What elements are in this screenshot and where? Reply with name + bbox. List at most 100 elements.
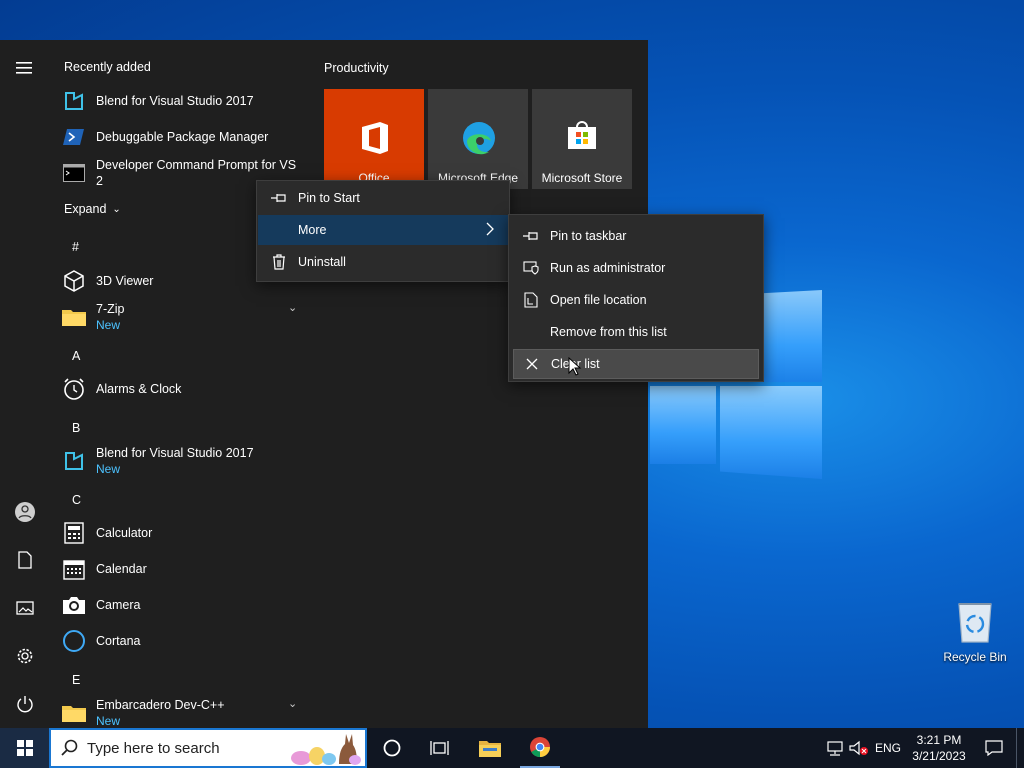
- menu-item-more[interactable]: More: [258, 215, 508, 245]
- recently-added-heading: Recently added: [64, 60, 151, 74]
- folder-icon: [62, 701, 86, 725]
- app-embarcadero-dev-cpp[interactable]: Embarcadero Dev-C++ New: [62, 695, 304, 731]
- menu-item-run-as-administrator[interactable]: Run as administrator: [510, 253, 762, 283]
- file-explorer-button[interactable]: [470, 728, 510, 768]
- new-badge: New: [96, 462, 121, 476]
- app-label: Calculator: [96, 526, 153, 540]
- tiles-group-title[interactable]: Productivity: [324, 61, 389, 75]
- chrome-button[interactable]: [520, 728, 560, 768]
- documents-button[interactable]: [0, 540, 50, 580]
- notification-icon: [985, 740, 1003, 756]
- calculator-icon: [62, 521, 86, 545]
- app-list: Recently added Blend for Visual Studio 2…: [50, 40, 310, 728]
- powershell-icon: [62, 125, 86, 149]
- app-label: Blend for Visual Studio 2017: [96, 94, 254, 108]
- app-label: Blend for Visual Studio 2017: [96, 446, 254, 460]
- recent-app-blend[interactable]: Blend for Visual Studio 2017: [62, 83, 304, 119]
- menu-item-uninstall[interactable]: Uninstall: [258, 247, 508, 277]
- shield-icon: [522, 259, 540, 277]
- mouse-cursor-icon: [568, 357, 582, 376]
- menu-item-label: More: [298, 223, 327, 237]
- volume-tray-button[interactable]: [848, 728, 870, 768]
- network-tray-button[interactable]: [824, 728, 846, 768]
- start-rail: [0, 40, 50, 728]
- power-button[interactable]: [0, 684, 50, 724]
- task-view-button[interactable]: [420, 728, 460, 768]
- show-desktop-button[interactable]: [1016, 728, 1024, 768]
- folder-icon: [62, 305, 86, 329]
- menu-item-clear-list[interactable]: Clear list: [513, 349, 759, 379]
- folder-location-icon: [522, 291, 540, 309]
- search-box[interactable]: Type here to search: [49, 728, 367, 768]
- hamburger-menu-button[interactable]: [0, 48, 50, 88]
- menu-item-pin-to-taskbar[interactable]: Pin to taskbar: [510, 221, 762, 251]
- letter-header-e[interactable]: E: [72, 673, 80, 687]
- app-alarms-clock[interactable]: Alarms & Clock: [62, 371, 304, 407]
- chevron-down-icon[interactable]: ⌄: [288, 697, 297, 710]
- app-calculator[interactable]: Calculator: [62, 515, 304, 551]
- start-button[interactable]: [0, 728, 49, 768]
- menu-item-pin-to-start[interactable]: Pin to Start: [258, 183, 508, 213]
- app-blend[interactable]: Blend for Visual Studio 2017 New: [62, 443, 304, 479]
- easter-eggs-icon: [291, 734, 361, 765]
- tile-label: Microsoft Store: [541, 171, 623, 185]
- camera-icon: [62, 593, 86, 617]
- cortana-icon: [383, 739, 401, 757]
- context-menu: Pin to Start More Uninstall: [256, 180, 510, 282]
- letter-header-c[interactable]: C: [72, 493, 81, 507]
- app-cortana[interactable]: Cortana: [62, 623, 304, 659]
- app-calendar[interactable]: Calendar: [62, 551, 304, 587]
- letter-header-a[interactable]: A: [72, 349, 80, 363]
- menu-item-open-file-location[interactable]: Open file location: [510, 285, 762, 315]
- app-camera[interactable]: Camera: [62, 587, 304, 623]
- cortana-button[interactable]: [372, 728, 412, 768]
- letter-header-b[interactable]: B: [72, 421, 80, 435]
- tile-microsoft-store[interactable]: Microsoft Store: [532, 89, 632, 189]
- settings-button[interactable]: [0, 636, 50, 676]
- user-avatar-icon: [15, 502, 35, 522]
- expand-button[interactable]: Expand ⌄: [64, 202, 121, 216]
- app-label: Calendar: [96, 562, 147, 576]
- chevron-down-icon: ⌄: [112, 203, 121, 215]
- clock[interactable]: 3:21 PM 3/21/2023: [906, 728, 972, 768]
- cube-icon: [62, 269, 86, 293]
- tile-office[interactable]: Office: [324, 89, 424, 189]
- account-button[interactable]: [0, 492, 50, 532]
- file-explorer-icon: [479, 741, 501, 757]
- gear-icon: [17, 648, 33, 664]
- close-icon: [523, 355, 541, 373]
- hamburger-icon: [16, 62, 32, 74]
- clock-time: 3:21 PM: [916, 733, 962, 747]
- pictures-button[interactable]: [0, 588, 50, 628]
- blend-icon: [62, 89, 86, 113]
- app-label: 3D Viewer: [96, 274, 154, 288]
- pin-icon: [522, 227, 540, 245]
- blend-icon: [62, 449, 86, 473]
- app-label: Embarcadero Dev-C++: [96, 698, 225, 712]
- menu-item-remove-from-list[interactable]: Remove from this list: [510, 317, 762, 347]
- office-icon: [362, 122, 388, 154]
- menu-item-label: Remove from this list: [550, 325, 667, 339]
- expand-label: Expand: [64, 202, 107, 216]
- language-indicator[interactable]: ENG: [872, 728, 904, 768]
- app-label: Cortana: [96, 634, 141, 648]
- cortana-icon: [62, 629, 86, 653]
- app-7-zip[interactable]: 7-Zip New: [62, 299, 304, 335]
- notifications-button[interactable]: [976, 728, 1012, 768]
- recycle-bin-icon: [955, 600, 995, 644]
- letter-header-hash[interactable]: #: [72, 240, 79, 254]
- document-icon: [18, 551, 32, 569]
- menu-item-label: Open file location: [550, 293, 647, 307]
- task-view-icon: [430, 741, 449, 755]
- pictures-icon: [16, 601, 34, 615]
- more-submenu: Pin to taskbar Run as administrator Open…: [508, 214, 764, 382]
- recent-app-debuggable-package-manager[interactable]: Debuggable Package Manager: [62, 119, 304, 155]
- recycle-bin[interactable]: Recycle Bin: [938, 600, 1012, 664]
- chevron-down-icon[interactable]: ⌄: [288, 301, 297, 314]
- start-menu: Recently added Blend for Visual Studio 2…: [0, 40, 648, 728]
- recycle-bin-label: Recycle Bin: [943, 650, 1007, 664]
- new-badge: New: [96, 318, 121, 332]
- tile-microsoft-edge[interactable]: Microsoft Edge: [428, 89, 528, 189]
- chrome-icon: [530, 737, 550, 758]
- app-label: 7-Zip: [96, 302, 125, 316]
